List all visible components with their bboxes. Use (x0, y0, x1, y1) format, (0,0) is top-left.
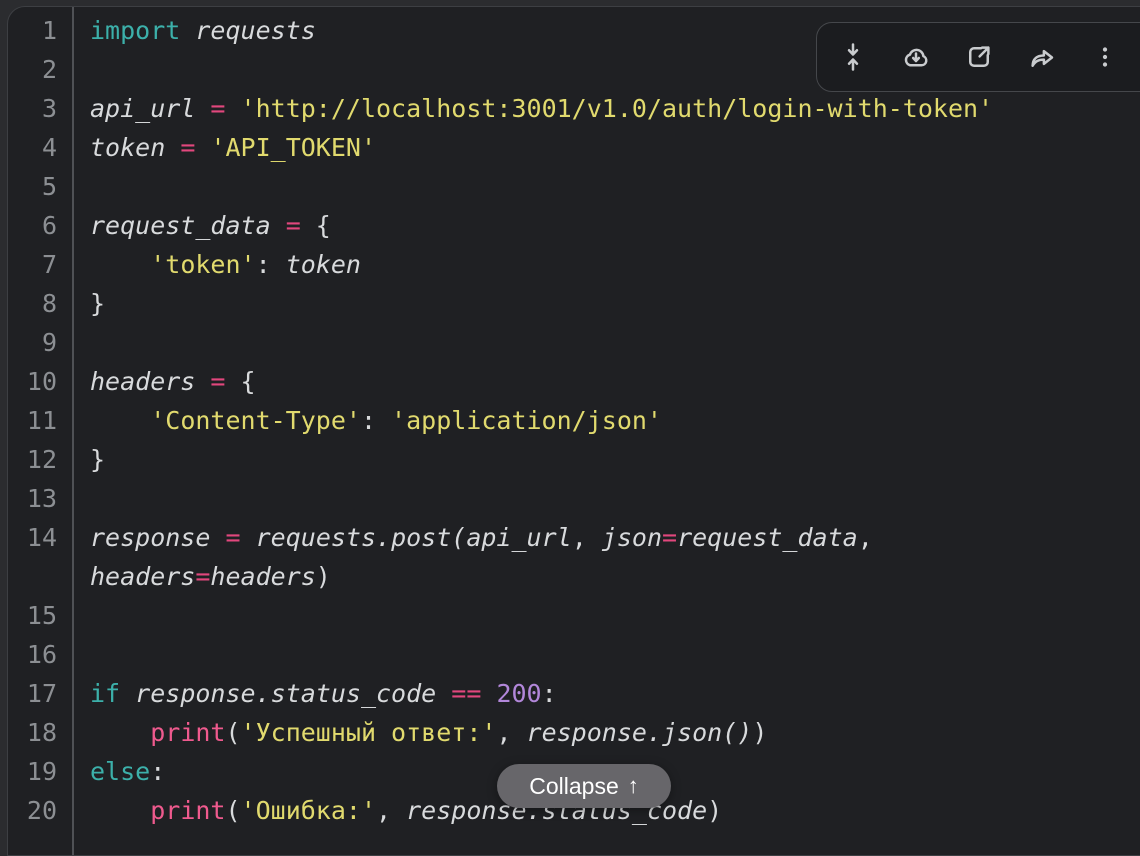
collapse-code-button[interactable] (838, 42, 868, 72)
code-line: 9 (8, 323, 1140, 362)
line-number: 15 (8, 596, 64, 635)
line-number: 19 (8, 752, 64, 791)
line-number: 7 (8, 245, 64, 284)
code-line-content: print('Успешный ответ:', response.json()… (64, 713, 1140, 752)
code-line-content (64, 635, 1140, 674)
code-line: 5 (8, 167, 1140, 206)
collapse-button[interactable]: Collapse ↑ (497, 764, 671, 808)
code-line-content: headers = { (64, 362, 1140, 401)
code-line-content: request_data = { (64, 206, 1140, 245)
code-line: 8} (8, 284, 1140, 323)
code-line: 6request_data = { (8, 206, 1140, 245)
line-number: 17 (8, 674, 64, 713)
line-number: 18 (8, 713, 64, 752)
more-options-button[interactable] (1090, 42, 1120, 72)
code-line: 14response = requests.post(api_url, json… (8, 518, 1140, 596)
download-button[interactable] (901, 42, 931, 72)
line-number: 9 (8, 323, 64, 362)
line-number: 12 (8, 440, 64, 479)
code-line: 16 (8, 635, 1140, 674)
code-toolbar (816, 22, 1140, 92)
code-line: 12} (8, 440, 1140, 479)
code-line: 15 (8, 596, 1140, 635)
line-number: 3 (8, 89, 64, 128)
line-number: 6 (8, 206, 64, 245)
code-line: 7 'token': token (8, 245, 1140, 284)
code-line: 4token = 'API_TOKEN' (8, 128, 1140, 167)
code-line: 11 'Content-Type': 'application/json' (8, 401, 1140, 440)
code-line: 17if response.status_code == 200: (8, 674, 1140, 713)
line-number: 16 (8, 635, 64, 674)
line-number: 5 (8, 167, 64, 206)
collapse-vertical-icon (838, 42, 868, 72)
code-line-content (64, 323, 1140, 362)
cloud-download-icon (901, 42, 931, 72)
line-number: 13 (8, 479, 64, 518)
line-number: 1 (8, 11, 64, 50)
gutter-separator (72, 7, 74, 855)
code-line: 3api_url = 'http://localhost:3001/v1.0/a… (8, 89, 1140, 128)
code-line-content: api_url = 'http://localhost:3001/v1.0/au… (64, 89, 1140, 128)
code-line: 13 (8, 479, 1140, 518)
code-line-content: 'Content-Type': 'application/json' (64, 401, 1140, 440)
code-line-content (64, 596, 1140, 635)
line-number: 10 (8, 362, 64, 401)
code-line-content: } (64, 284, 1140, 323)
open-external-button[interactable] (964, 42, 994, 72)
code-line-content: if response.status_code == 200: (64, 674, 1140, 713)
arrow-up-icon: ↑ (628, 773, 639, 799)
line-number: 11 (8, 401, 64, 440)
line-number: 14 (8, 518, 64, 557)
code-line-content: response = requests.post(api_url, json=r… (64, 518, 1140, 596)
code-block: 1import requests23api_url = 'http://loca… (7, 6, 1140, 856)
line-number: 4 (8, 128, 64, 167)
code-line-content: 'token': token (64, 245, 1140, 284)
code-line-content: token = 'API_TOKEN' (64, 128, 1140, 167)
line-number: 2 (8, 50, 64, 89)
share-button[interactable] (1027, 42, 1057, 72)
code-line-content (64, 167, 1140, 206)
kebab-menu-icon (1090, 42, 1120, 72)
external-link-icon (964, 42, 994, 72)
share-icon (1027, 42, 1057, 72)
line-number: 8 (8, 284, 64, 323)
code-line-content (64, 479, 1140, 518)
line-number: 20 (8, 791, 64, 830)
code-line: 18 print('Успешный ответ:', response.jso… (8, 713, 1140, 752)
code-line: 10headers = { (8, 362, 1140, 401)
collapse-button-label: Collapse (529, 773, 619, 800)
code-editor: 1import requests23api_url = 'http://loca… (8, 7, 1140, 830)
code-line-content: } (64, 440, 1140, 479)
